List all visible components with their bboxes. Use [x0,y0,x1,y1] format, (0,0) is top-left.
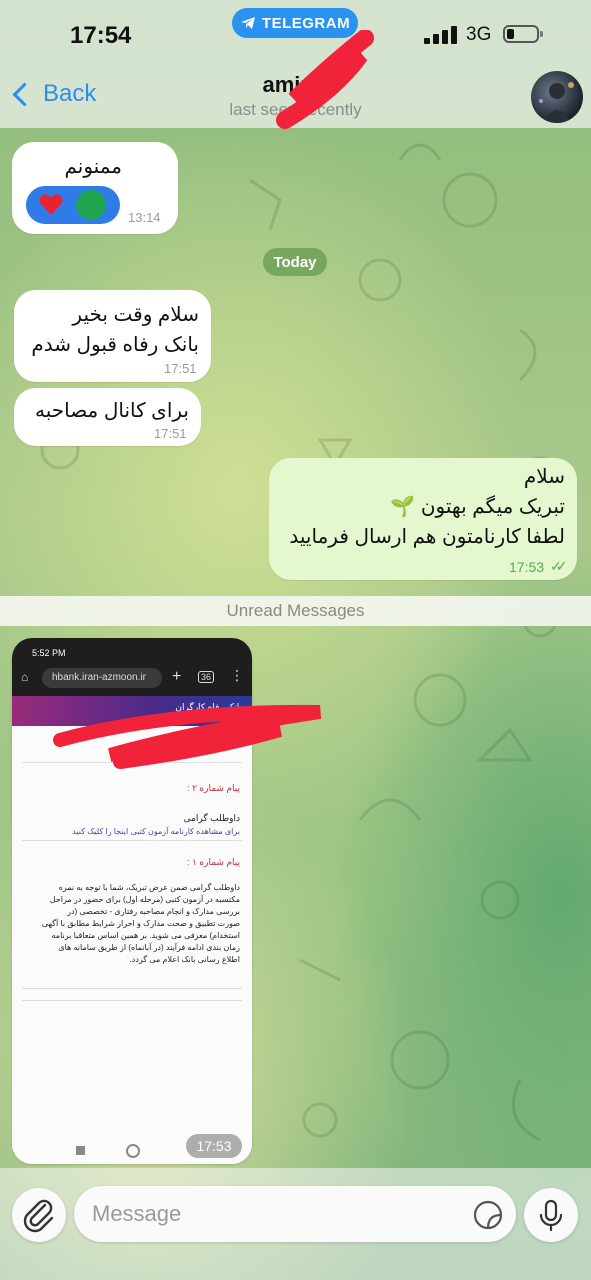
photo-message2-title: پیام شماره ۲ : [187,783,240,793]
paperclip-icon [23,1199,54,1233]
attach-button[interactable] [12,1188,66,1242]
photo-browser-bar: ⌂ hbank.iran-azmoon.ir + 36 ⋮ [12,662,252,696]
photo-message2-greeting: داوطلب گرامی [183,813,240,823]
photo-page-body: پیام شماره ۲ : داوطلب گرامی برای مشاهده … [12,726,252,1164]
sticker-icon[interactable] [472,1199,504,1231]
battery-icon [503,25,543,43]
message-text: برای کانال مصاحبه [34,400,189,422]
contact-avatar[interactable] [531,71,583,123]
telegram-pill-label: TELEGRAM [261,14,351,32]
message-text: سلام وقت بخیر بانک رفاه قبول شدم [31,304,199,356]
message-input[interactable]: Message [74,1186,516,1242]
photo-message2-link: برای مشاهده کارنامه آزمون کتبی اینجا را … [72,827,240,836]
message-input-placeholder: Message [92,1201,182,1226]
photo-status-time: 5:52 PM [32,648,66,658]
status-time: 17:54 [70,22,132,49]
message-time: 17:51 [164,361,197,376]
read-checkmarks-icon: ✓✓ [550,558,568,574]
message-bubble-incoming[interactable]: برای کانال مصاحبه 17:51 [14,388,201,446]
message-time: 17:51 [154,426,187,441]
redaction-scribble [276,30,374,129]
message-bubble-incoming[interactable]: ممنونم 13:14 [12,142,178,234]
telegram-icon [240,17,255,29]
network-type: 3G [466,24,492,45]
message-text: سلام تبریک میگم بهتون 🌱 لطفا کارنامتون ه… [289,466,565,548]
message-time: 13:14 [128,210,161,225]
message-text: ممنونم [64,156,122,178]
redaction-scribble [53,704,322,769]
bank-logo-icon [76,190,106,220]
microphone-icon [539,1199,563,1232]
plus-icon: + [172,668,182,685]
photo-url-field: hbank.iran-azmoon.ir [42,668,162,688]
heart-icon [39,194,63,215]
home-icon: ⌂ [21,670,29,684]
message-bubble-incoming[interactable]: سلام وقت بخیر بانک رفاه قبول شدم 17:51 [14,290,211,382]
menu-dots-icon: ⋮ [230,667,244,683]
photo-time: 17:53 [186,1134,242,1158]
photo-message1-body: داوطلب گرامی ضمن عرض تبریک، شما با توجه … [41,883,240,964]
emoji-stickers [26,186,120,224]
voice-message-button[interactable] [524,1188,578,1242]
date-separator: Today [263,248,327,276]
message-bubble-outgoing[interactable]: سلام تبریک میگم بهتون 🌱 لطفا کارنامتون ه… [269,458,577,580]
photo-tab-count: 36 [198,671,215,683]
signal-icon [424,26,458,44]
message-time: 17:53 [509,559,545,575]
unread-messages-separator: Unread Messages [0,596,591,626]
photo-message1-title: پیام شماره ۱ : [187,857,240,867]
